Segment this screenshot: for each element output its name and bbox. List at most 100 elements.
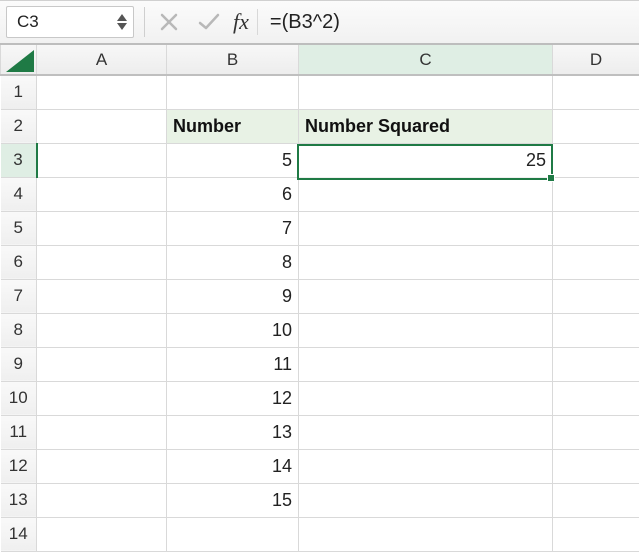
cell-B4-text: 6 bbox=[167, 178, 298, 211]
row-header-8[interactable]: 8 bbox=[1, 313, 37, 347]
spreadsheet-grid[interactable]: A B C D 1 2 Number Number bbox=[0, 45, 639, 552]
cell-D1[interactable] bbox=[553, 75, 639, 109]
name-box-value: C3 bbox=[17, 12, 39, 32]
cell-A3[interactable] bbox=[37, 143, 167, 177]
row-header-11[interactable]: 11 bbox=[1, 415, 37, 449]
cell-C12[interactable] bbox=[299, 449, 553, 483]
cell-A9[interactable] bbox=[37, 347, 167, 381]
cell-A7[interactable] bbox=[37, 279, 167, 313]
cell-B8-text: 10 bbox=[167, 314, 298, 347]
cell-B9-text: 11 bbox=[167, 348, 298, 381]
fx-label[interactable]: fx bbox=[229, 9, 258, 35]
cell-C13[interactable] bbox=[299, 483, 553, 517]
cell-A4[interactable] bbox=[37, 177, 167, 211]
select-all-corner[interactable] bbox=[1, 45, 37, 75]
cell-B10[interactable]: 12 bbox=[167, 381, 299, 415]
row-header-2[interactable]: 2 bbox=[1, 109, 37, 143]
col-header-A[interactable]: A bbox=[37, 45, 167, 75]
cell-C8[interactable] bbox=[299, 313, 553, 347]
cell-D10[interactable] bbox=[553, 381, 639, 415]
cell-D2[interactable] bbox=[553, 109, 639, 143]
cell-B5-text: 7 bbox=[167, 212, 298, 245]
cell-B6[interactable]: 8 bbox=[167, 245, 299, 279]
cell-B1[interactable] bbox=[167, 75, 299, 109]
row-header-12[interactable]: 12 bbox=[1, 449, 37, 483]
col-header-D[interactable]: D bbox=[553, 45, 639, 75]
cell-B14[interactable] bbox=[167, 517, 299, 551]
row-header-3[interactable]: 3 bbox=[1, 143, 37, 177]
row-header-10[interactable]: 10 bbox=[1, 381, 37, 415]
row-header-1[interactable]: 1 bbox=[1, 75, 37, 109]
name-box-container: C3 bbox=[0, 1, 140, 43]
cell-A2[interactable] bbox=[37, 109, 167, 143]
name-box[interactable]: C3 bbox=[6, 6, 134, 38]
cell-D12[interactable] bbox=[553, 449, 639, 483]
cell-A8[interactable] bbox=[37, 313, 167, 347]
name-box-stepper[interactable] bbox=[117, 14, 127, 30]
cell-D8[interactable] bbox=[553, 313, 639, 347]
cell-C3-text: 25 bbox=[299, 144, 552, 177]
check-icon bbox=[198, 13, 220, 31]
cell-D6[interactable] bbox=[553, 245, 639, 279]
cell-C7[interactable] bbox=[299, 279, 553, 313]
col-header-B[interactable]: B bbox=[167, 45, 299, 75]
cell-B7-text: 9 bbox=[167, 280, 298, 313]
row-header-13[interactable]: 13 bbox=[1, 483, 37, 517]
cell-C11[interactable] bbox=[299, 415, 553, 449]
cell-D7[interactable] bbox=[553, 279, 639, 313]
cell-A12[interactable] bbox=[37, 449, 167, 483]
grid-area: A B C D 1 2 Number Number bbox=[0, 45, 639, 552]
row-header-4[interactable]: 4 bbox=[1, 177, 37, 211]
cell-C6[interactable] bbox=[299, 245, 553, 279]
cell-D3[interactable] bbox=[553, 143, 639, 177]
cell-B8[interactable]: 10 bbox=[167, 313, 299, 347]
cell-D5[interactable] bbox=[553, 211, 639, 245]
cell-B11[interactable]: 13 bbox=[167, 415, 299, 449]
cell-C2-text: Number Squared bbox=[299, 110, 552, 143]
row-header-14[interactable]: 14 bbox=[1, 517, 37, 551]
cell-C4[interactable] bbox=[299, 177, 553, 211]
cell-A13[interactable] bbox=[37, 483, 167, 517]
chevron-up-icon bbox=[117, 14, 127, 21]
row-header-7[interactable]: 7 bbox=[1, 279, 37, 313]
formula-input[interactable]: =(B3^2) bbox=[258, 1, 639, 43]
cell-B4[interactable]: 6 bbox=[167, 177, 299, 211]
cell-D11[interactable] bbox=[553, 415, 639, 449]
cell-B12[interactable]: 14 bbox=[167, 449, 299, 483]
cell-A5[interactable] bbox=[37, 211, 167, 245]
cell-C2[interactable]: Number Squared bbox=[299, 109, 553, 143]
cell-C14[interactable] bbox=[299, 517, 553, 551]
cell-B5[interactable]: 7 bbox=[167, 211, 299, 245]
row-header-5[interactable]: 5 bbox=[1, 211, 37, 245]
cell-D4[interactable] bbox=[553, 177, 639, 211]
cell-C1[interactable] bbox=[299, 75, 553, 109]
cell-D14[interactable] bbox=[553, 517, 639, 551]
row-header-6[interactable]: 6 bbox=[1, 245, 37, 279]
cell-B2[interactable]: Number bbox=[167, 109, 299, 143]
cell-B3[interactable]: 5 bbox=[167, 143, 299, 177]
col-header-C[interactable]: C bbox=[299, 45, 553, 75]
cancel-button[interactable] bbox=[149, 1, 189, 43]
row-header-9[interactable]: 9 bbox=[1, 347, 37, 381]
cell-B7[interactable]: 9 bbox=[167, 279, 299, 313]
cell-A1[interactable] bbox=[37, 75, 167, 109]
cell-B9[interactable]: 11 bbox=[167, 347, 299, 381]
cell-D9[interactable] bbox=[553, 347, 639, 381]
cell-C9[interactable] bbox=[299, 347, 553, 381]
cell-B3-text: 5 bbox=[167, 144, 298, 177]
cell-A11[interactable] bbox=[37, 415, 167, 449]
spreadsheet-app: C3 fx =(B3^2) bbox=[0, 0, 639, 557]
confirm-button[interactable] bbox=[189, 1, 229, 43]
x-icon bbox=[160, 13, 178, 31]
chevron-down-icon bbox=[117, 23, 127, 30]
cell-D13[interactable] bbox=[553, 483, 639, 517]
cell-C3[interactable]: 25 bbox=[299, 143, 553, 177]
cell-A14[interactable] bbox=[37, 517, 167, 551]
cell-A6[interactable] bbox=[37, 245, 167, 279]
separator bbox=[144, 7, 145, 37]
cell-A10[interactable] bbox=[37, 381, 167, 415]
cell-C10[interactable] bbox=[299, 381, 553, 415]
column-header-row: A B C D bbox=[1, 45, 639, 75]
cell-B13[interactable]: 15 bbox=[167, 483, 299, 517]
cell-C5[interactable] bbox=[299, 211, 553, 245]
